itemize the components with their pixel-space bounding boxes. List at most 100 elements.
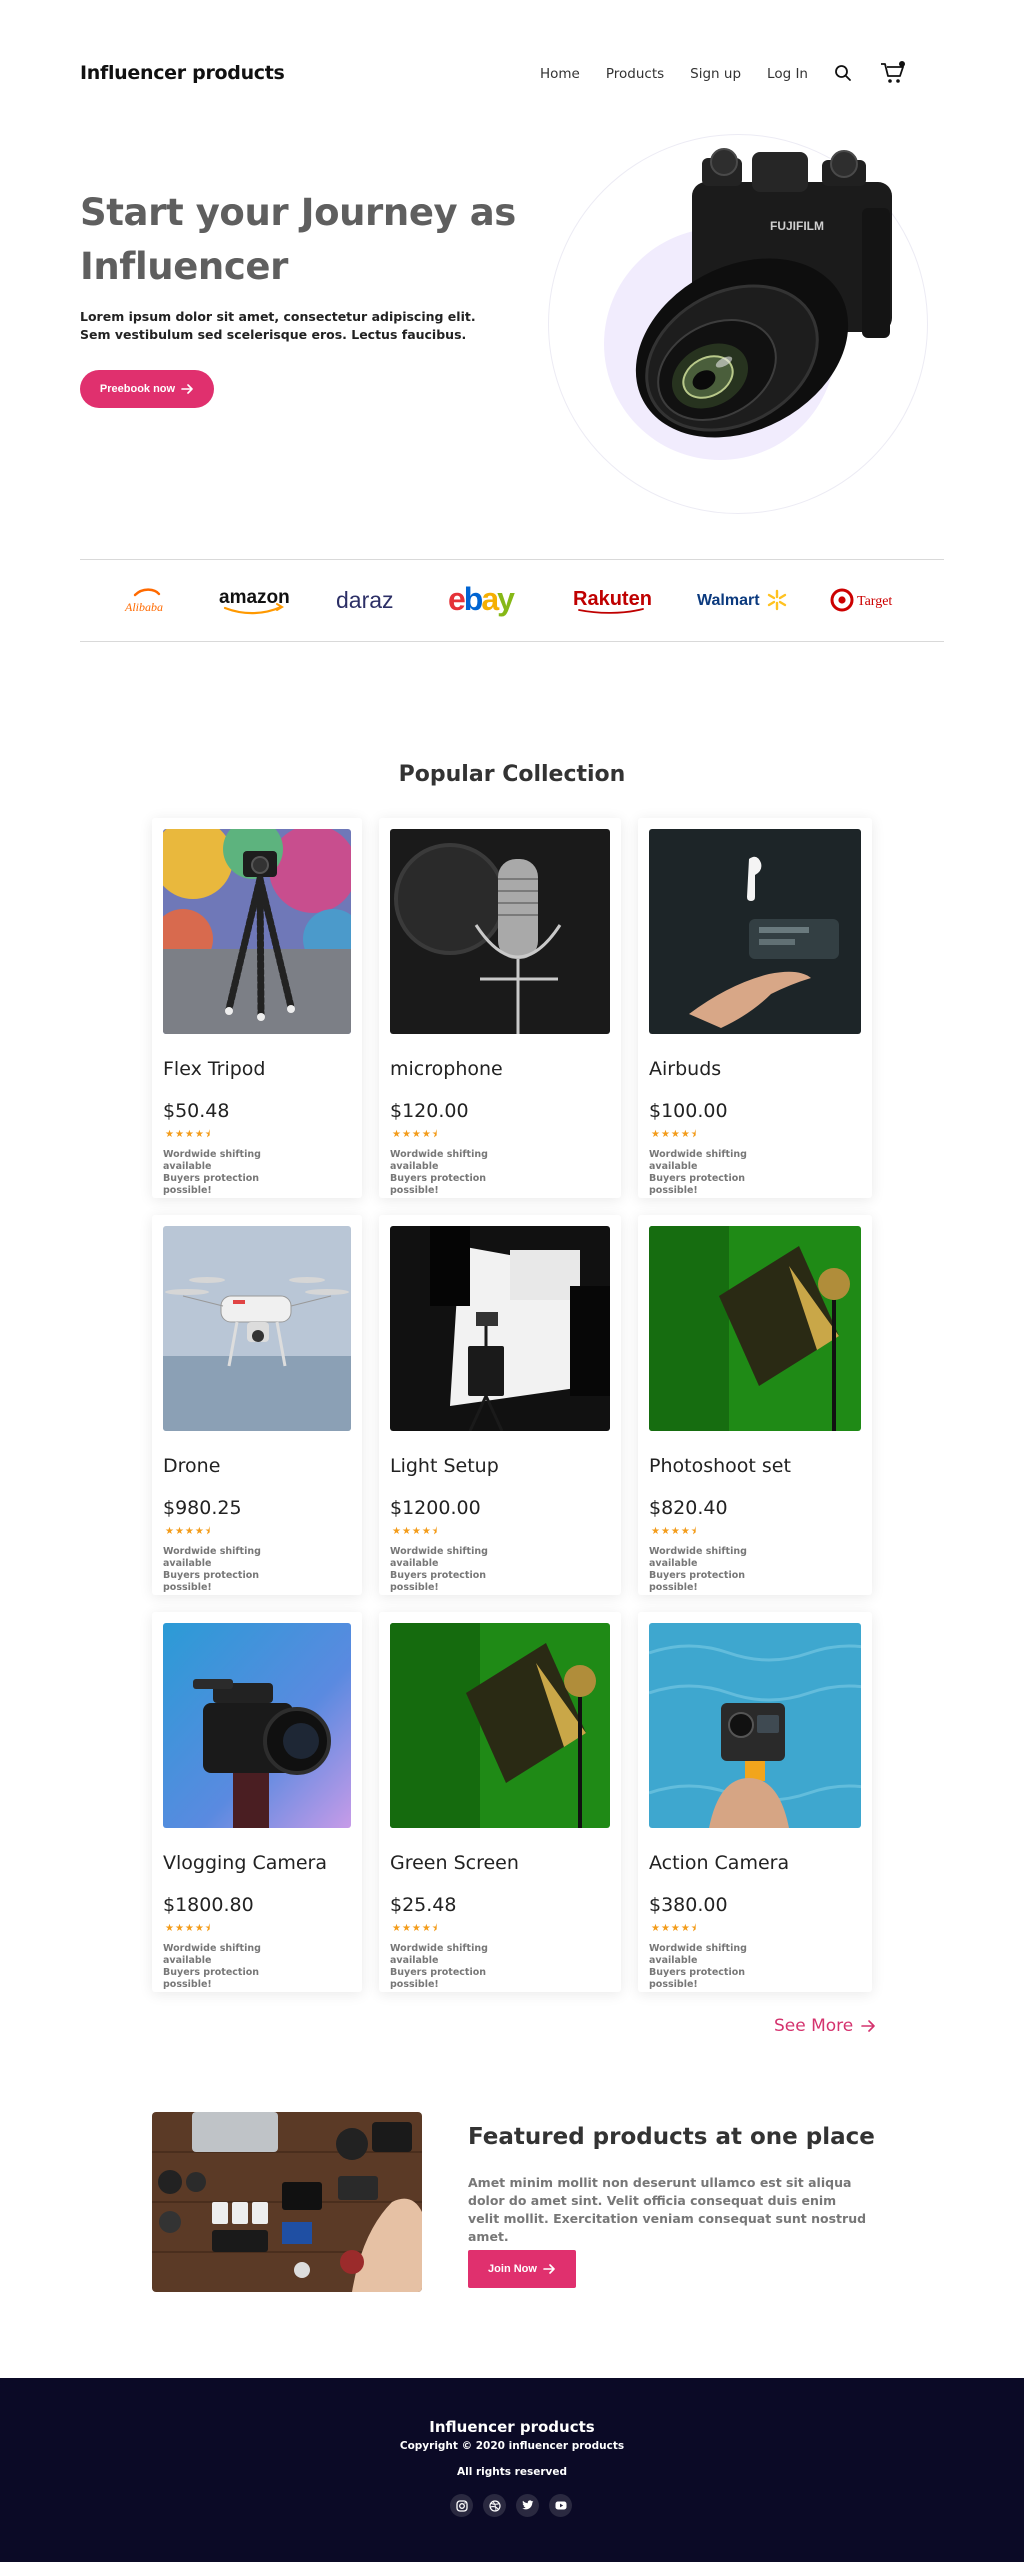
- product-protection: Buyers protection possible!: [649, 1570, 746, 1593]
- product-shipping: Wordwide shifting available: [649, 1546, 747, 1569]
- featured-description: Amet minim mollit non deserunt ullamco e…: [468, 2175, 867, 2244]
- site-footer: Influencer products Copyright © 2020 inf…: [0, 2378, 1024, 2562]
- see-more-link[interactable]: See More: [774, 2016, 876, 2036]
- product-protection: Buyers protection possible!: [390, 1570, 487, 1593]
- nav-products[interactable]: Products: [606, 66, 664, 82]
- hero-camera-image: FUJIFILM: [635, 148, 892, 438]
- youtube-icon[interactable]: [549, 2494, 572, 2517]
- product-image-action-camera: [649, 1623, 861, 1828]
- collection-title: Popular Collection: [398, 762, 626, 787]
- star-rating-icon: ★★★★⯨: [651, 1526, 698, 1537]
- star-rating-icon: ★★★★⯨: [651, 1129, 698, 1140]
- product-card[interactable]: microphone $120.00 ★★★★⯨ Wordwide shifti…: [379, 818, 621, 1198]
- product-name: Airbuds: [649, 1058, 722, 1080]
- product-image-flex-tripod: [163, 829, 351, 1034]
- main-nav: Home Products Sign up Log In: [540, 66, 834, 82]
- rakuten-logo[interactable]: Rakuten: [571, 585, 655, 615]
- product-protection: Buyers protection possible!: [649, 1173, 746, 1196]
- preebook-label: Preebook now: [99, 383, 176, 395]
- see-more-label: See More: [774, 2016, 854, 2036]
- star-rating-icon: ★★★★⯨: [392, 1526, 439, 1537]
- product-price: $980.25: [163, 1497, 242, 1519]
- twitter-icon[interactable]: [516, 2494, 539, 2517]
- product-price: $50.48: [163, 1100, 230, 1122]
- product-image-green-screen: [390, 1623, 610, 1828]
- instagram-icon[interactable]: [450, 2494, 473, 2517]
- product-shipping: Wordwide shifting available: [390, 1943, 488, 1966]
- product-price: $1800.80: [163, 1894, 254, 1916]
- product-name: Vlogging Camera: [163, 1852, 328, 1874]
- amazon-logo[interactable]: amazon: [217, 585, 293, 615]
- join-now-label: Join Now: [488, 2263, 537, 2275]
- dribbble-icon[interactable]: [483, 2494, 506, 2517]
- footer-rights: All rights reserved: [456, 2466, 567, 2478]
- product-image-airbuds: [649, 829, 861, 1034]
- featured-title: Featured products at one place: [468, 2124, 875, 2150]
- product-price: $1200.00: [390, 1497, 481, 1519]
- divider-bottom: [80, 641, 944, 642]
- product-card[interactable]: Photoshoot set $820.40 ★★★★⯨ Wordwide sh…: [638, 1215, 872, 1595]
- product-card[interactable]: Green Screen $25.48 ★★★★⯨ Wordwide shift…: [379, 1612, 621, 1992]
- star-rating-icon: ★★★★⯨: [651, 1923, 698, 1934]
- cart-icon[interactable]: [880, 60, 906, 86]
- nav-sign-up[interactable]: Sign up: [690, 66, 741, 82]
- product-image-vlogging-camera: [163, 1623, 351, 1828]
- product-price: $120.00: [390, 1100, 469, 1122]
- star-rating-icon: ★★★★⯨: [392, 1923, 439, 1934]
- product-protection: Buyers protection possible!: [163, 1173, 260, 1196]
- product-protection: Buyers protection possible!: [649, 1967, 746, 1990]
- star-rating-icon: ★★★★⯨: [165, 1129, 212, 1140]
- product-name: Action Camera: [649, 1852, 790, 1874]
- product-card[interactable]: Flex Tripod $50.48 ★★★★⯨ Wordwide shifti…: [152, 818, 362, 1198]
- search-icon[interactable]: [830, 60, 856, 86]
- ebay-logo[interactable]: ebay: [446, 582, 530, 618]
- hero-title: Start your Journey as Influencer: [80, 191, 516, 288]
- arrow-right-icon: [861, 2020, 876, 2032]
- svg-text:FUJIFILM: FUJIFILM: [770, 219, 824, 233]
- product-image-drone: [163, 1226, 351, 1431]
- brand-logo[interactable]: Influencer products: [80, 62, 285, 84]
- product-shipping: Wordwide shifting available: [163, 1149, 261, 1172]
- featured-image: [152, 2112, 422, 2292]
- daraz-logo[interactable]: daraz: [334, 585, 406, 615]
- preebook-button[interactable]: Preebook now: [80, 370, 214, 408]
- product-name: Light Setup: [390, 1455, 499, 1477]
- star-rating-icon: ★★★★⯨: [165, 1923, 212, 1934]
- product-card[interactable]: Vlogging Camera $1800.80 ★★★★⯨ Wordwide …: [152, 1612, 362, 1992]
- product-name: microphone: [390, 1058, 503, 1080]
- product-shipping: Wordwide shifting available: [390, 1149, 488, 1172]
- target-logo[interactable]: Target: [830, 585, 904, 615]
- social-links: [450, 2494, 572, 2517]
- walmart-logo[interactable]: Walmart: [695, 585, 789, 615]
- footer-brand: Influencer products: [429, 2418, 595, 2436]
- product-protection: Buyers protection possible!: [390, 1173, 487, 1196]
- product-name: Drone: [163, 1455, 221, 1477]
- product-price: $820.40: [649, 1497, 728, 1519]
- star-rating-icon: ★★★★⯨: [392, 1129, 439, 1140]
- nav-log-in[interactable]: Log In: [767, 66, 808, 82]
- product-shipping: Wordwide shifting available: [390, 1546, 488, 1569]
- product-image-light-setup: [390, 1226, 610, 1431]
- product-shipping: Wordwide shifting available: [649, 1149, 747, 1172]
- join-now-button[interactable]: Join Now: [468, 2250, 576, 2288]
- product-card[interactable]: Action Camera $380.00 ★★★★⯨ Wordwide shi…: [638, 1612, 872, 1992]
- hero-description: Lorem ipsum dolor sit amet, consectetur …: [80, 309, 476, 342]
- nav-home[interactable]: Home: [540, 66, 580, 82]
- product-card[interactable]: Drone $980.25 ★★★★⯨ Wordwide shifting av…: [152, 1215, 362, 1595]
- product-name: Green Screen: [390, 1852, 519, 1874]
- site-header: Influencer products Home Products Sign u…: [80, 58, 920, 88]
- walmart-text: Walmart: [697, 592, 760, 609]
- star-rating-icon: ★★★★⯨: [165, 1526, 212, 1537]
- product-price: $380.00: [649, 1894, 728, 1916]
- product-shipping: Wordwide shifting available: [163, 1546, 261, 1569]
- daraz-text: daraz: [336, 587, 394, 613]
- product-price: $25.48: [390, 1894, 457, 1916]
- arrow-right-icon: [181, 384, 193, 394]
- rakuten-text: Rakuten: [573, 588, 652, 610]
- partner-logos: Alibaba amazon daraz ebay Rakuten Walmar…: [80, 560, 944, 640]
- alibaba-logo[interactable]: Alibaba: [121, 585, 177, 615]
- product-card[interactable]: Airbuds $100.00 ★★★★⯨ Wordwide shifting …: [638, 818, 872, 1198]
- arrow-right-icon: [543, 2264, 555, 2274]
- product-card[interactable]: Light Setup $1200.00 ★★★★⯨ Wordwide shif…: [379, 1215, 621, 1595]
- alibaba-text: Alibaba: [124, 600, 163, 614]
